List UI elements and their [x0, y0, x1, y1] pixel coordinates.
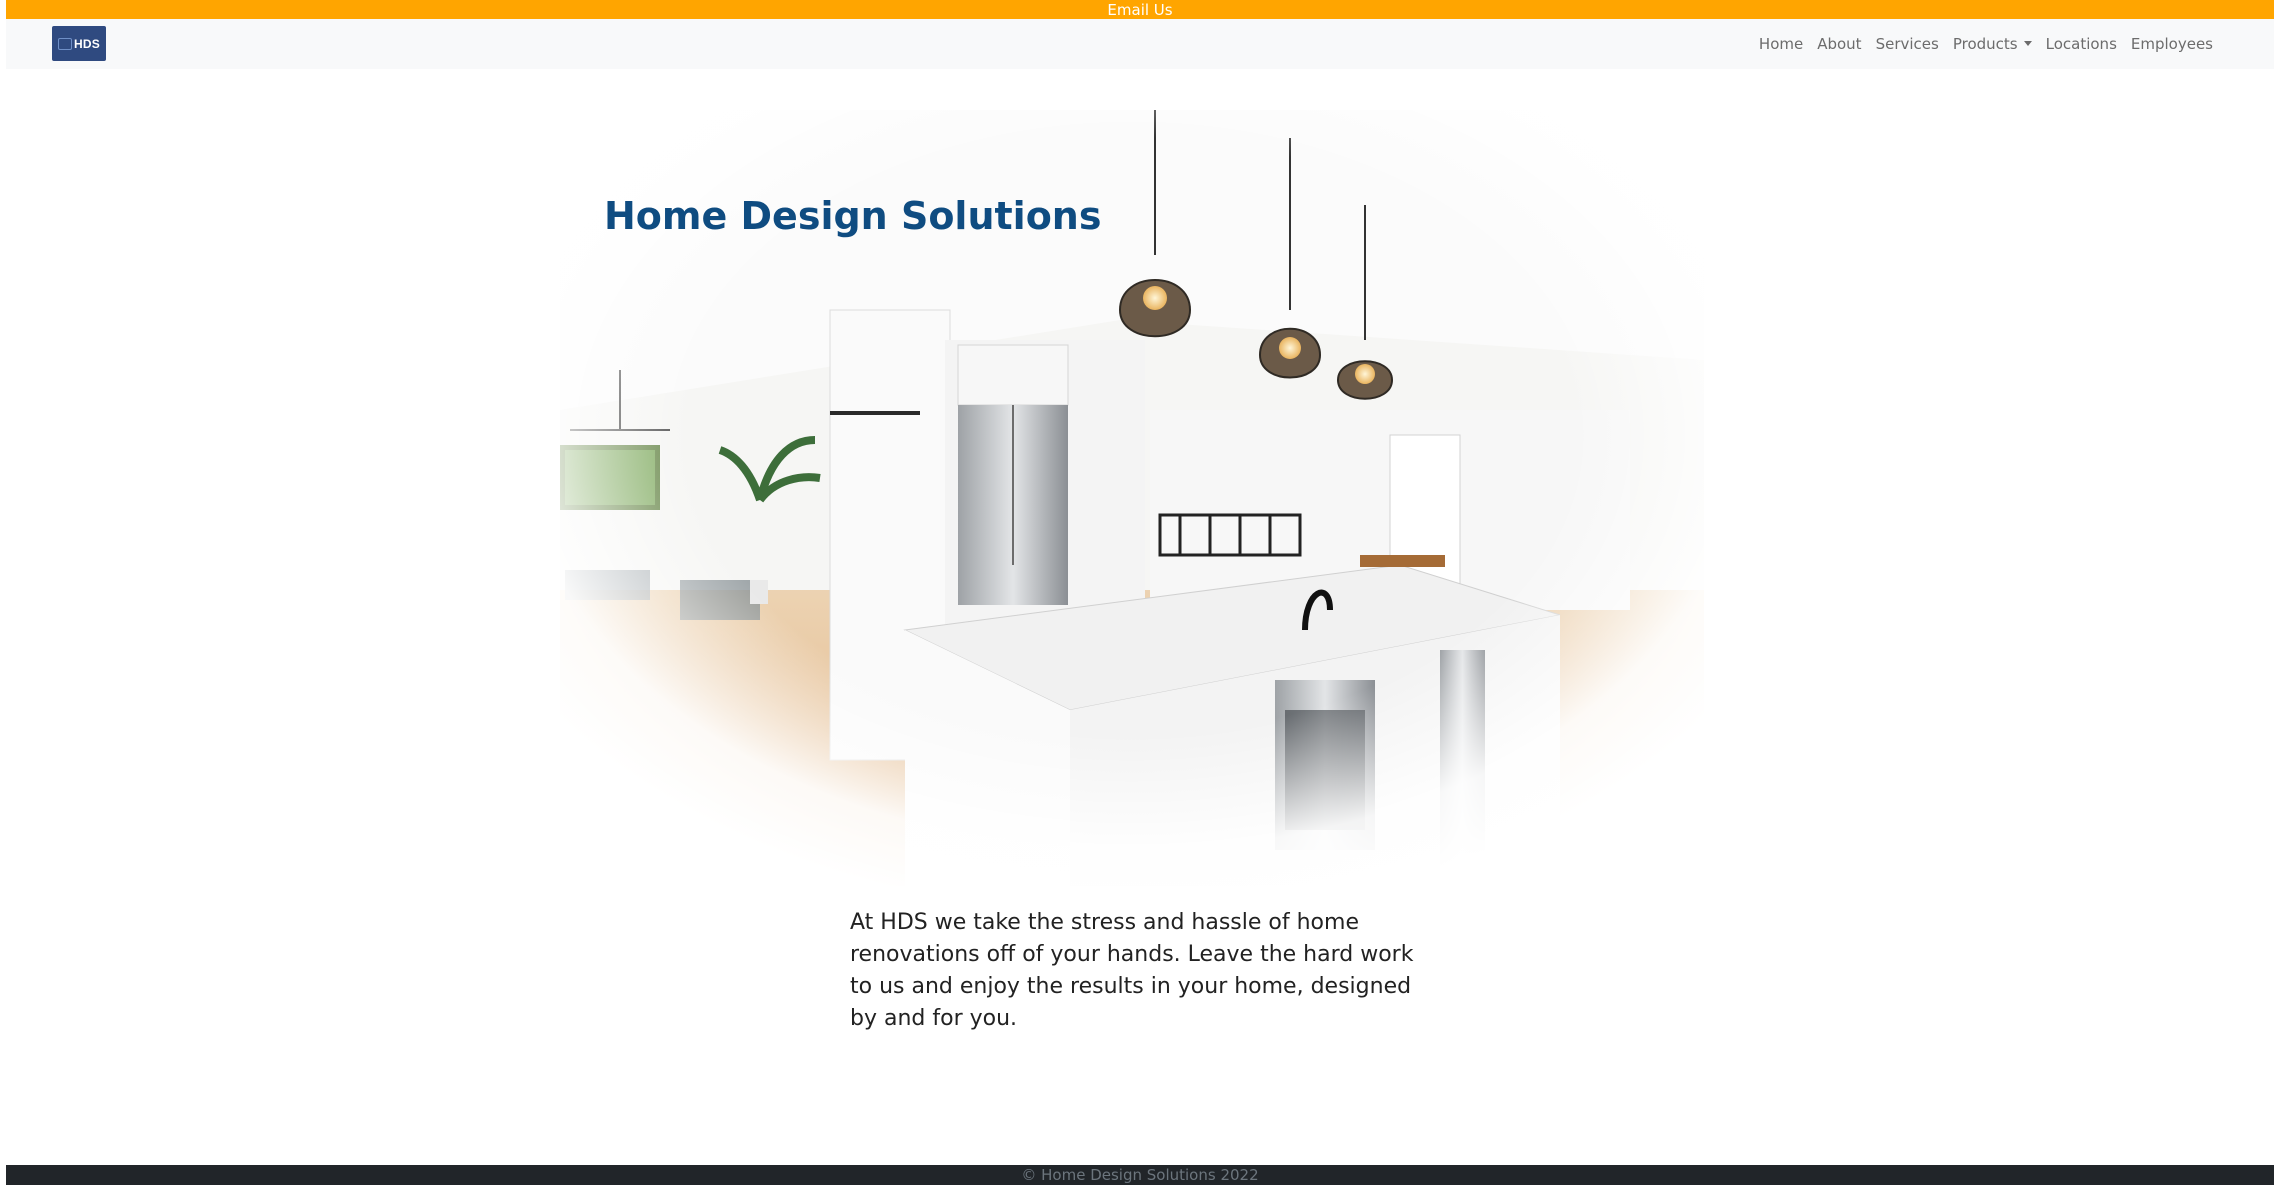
page-title: Home Design Solutions [604, 194, 1102, 238]
copyright-text: © Home Design Solutions 2022 [1021, 1166, 1259, 1184]
logo-text: HDS [74, 36, 100, 51]
main-nav: Home About Services Products Locations E… [1752, 19, 2220, 69]
email-us-link[interactable]: Email Us [1107, 1, 1172, 19]
nav-item-products-label: Products [1952, 35, 2018, 53]
footer: © Home Design Solutions 2022 [6, 1165, 2274, 1185]
nav-item-home[interactable]: Home [1752, 35, 1810, 53]
nav-item-products[interactable]: Products [1946, 35, 2039, 53]
navbar: HDS Home About Services Products Locatio… [6, 19, 2274, 69]
email-topbar: Email Us [6, 0, 2274, 19]
logo-mark-icon [58, 37, 73, 50]
nav-item-locations[interactable]: Locations [2039, 35, 2124, 53]
intro-paragraph: At HDS we take the stress and hassle of … [850, 910, 1414, 1031]
page: Email Us HDS Home About Services Product… [6, 0, 2274, 1185]
brand-logo[interactable]: HDS [52, 26, 106, 61]
nav-item-about[interactable]: About [1810, 35, 1868, 53]
nav-item-services[interactable]: Services [1869, 35, 1946, 53]
nav-item-employees[interactable]: Employees [2124, 35, 2220, 53]
chevron-down-icon [2023, 41, 2032, 46]
